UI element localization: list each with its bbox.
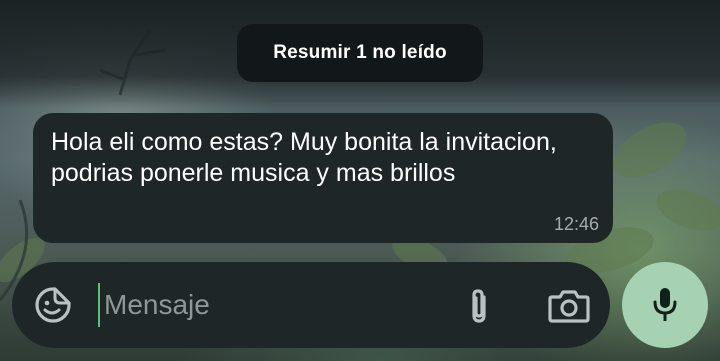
summarize-unread-button[interactable]: Resumir 1 no leído xyxy=(237,24,483,82)
microphone-icon xyxy=(653,288,677,321)
message-bubble[interactable]: Hola eli como estas? Muy bonita la invit… xyxy=(33,113,613,243)
message-timestamp: 12:46 xyxy=(553,214,599,234)
summarize-unread-label: Resumir 1 no leído xyxy=(273,42,447,63)
camera-icon[interactable] xyxy=(548,289,590,323)
message-composer xyxy=(12,262,610,348)
sticker-icon[interactable] xyxy=(34,286,72,324)
message-text: Hola eli como estas? Muy bonita la invit… xyxy=(51,128,557,187)
voice-message-button[interactable] xyxy=(622,262,708,348)
message-input[interactable] xyxy=(104,280,444,330)
paperclip-icon[interactable] xyxy=(464,286,494,326)
text-cursor xyxy=(98,283,100,327)
